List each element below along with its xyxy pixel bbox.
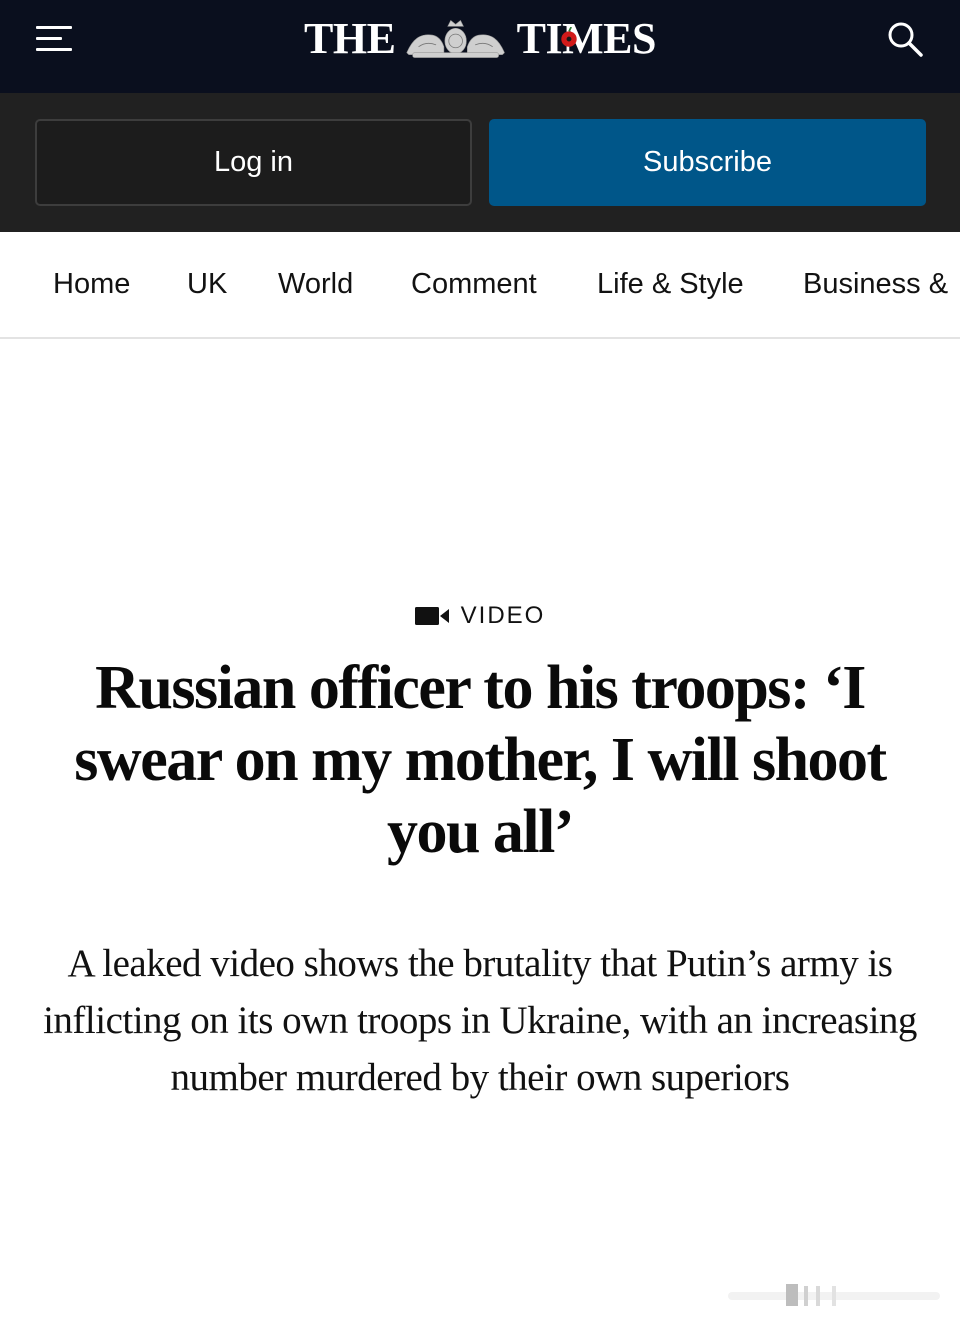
royal-crest-icon bbox=[406, 19, 506, 58]
search-icon[interactable] bbox=[884, 18, 926, 60]
nav-item-life-style[interactable]: Life & Style bbox=[597, 268, 744, 301]
section-nav: Home UK World Comment Life & Style Busin… bbox=[0, 232, 960, 339]
masthead-logo[interactable]: THE TIMES bbox=[304, 14, 657, 64]
nav-item-comment[interactable]: Comment bbox=[411, 268, 537, 301]
watermark-graphic bbox=[728, 1284, 940, 1306]
masthead-word-the: THE bbox=[304, 14, 396, 63]
login-button[interactable]: Log in bbox=[35, 119, 472, 206]
nav-item-home[interactable]: Home bbox=[53, 268, 130, 301]
nav-item-uk[interactable]: UK bbox=[187, 268, 227, 301]
article-kicker: VIDEO bbox=[0, 598, 960, 634]
nav-item-business[interactable]: Business & bbox=[803, 268, 948, 301]
masthead-word-times: TIMES bbox=[516, 14, 657, 63]
kicker-label: VIDEO bbox=[460, 602, 546, 629]
nav-item-world[interactable]: World bbox=[278, 268, 353, 301]
hamburger-menu-icon[interactable] bbox=[36, 24, 74, 54]
top-bar: THE TIMES bbox=[0, 0, 960, 93]
video-camera-icon bbox=[414, 607, 449, 625]
article-headline: Russian officer to his troops: ‘I swear … bbox=[74, 654, 887, 866]
subscribe-button[interactable]: Subscribe bbox=[489, 119, 926, 206]
account-bar: Log in Subscribe bbox=[0, 93, 960, 232]
poppy-icon bbox=[561, 27, 577, 47]
article-standfirst: A leaked video shows the brutality that … bbox=[43, 942, 917, 1099]
